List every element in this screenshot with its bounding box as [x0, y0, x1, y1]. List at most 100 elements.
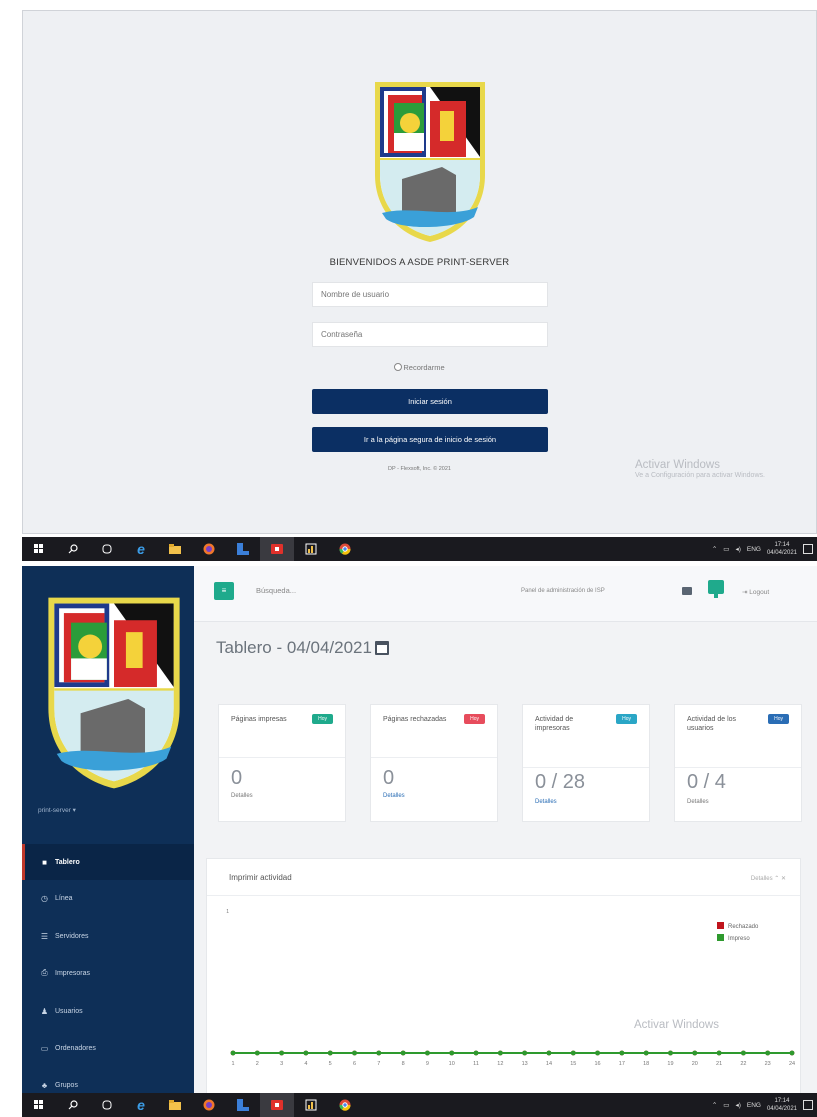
sidebar-item-tablero[interactable]: ■ Tablero [22, 844, 194, 880]
password-input[interactable] [312, 322, 548, 347]
x-tick-label: 14 [546, 1061, 552, 1067]
sidebar-item-usuarios[interactable]: ♟ Usuarios [22, 993, 194, 1029]
chrome-icon[interactable] [328, 1093, 362, 1117]
activate-windows-watermark: Activar Windows [634, 1019, 719, 1031]
data-point-impreso [522, 1050, 528, 1056]
user-menu[interactable]: print-server ▾ [38, 806, 76, 814]
top-bar: ≡ Búsqueda... Panel de administración de… [194, 566, 817, 622]
file-explorer-icon[interactable] [158, 537, 192, 561]
search-icon[interactable] [56, 537, 90, 561]
tray-chevron-icon[interactable]: ⌃ [712, 1101, 717, 1109]
language-indicator[interactable]: ENG [747, 1102, 761, 1109]
computer-icon: ▭ [40, 1043, 49, 1053]
red-app-icon[interactable] [260, 537, 294, 561]
file-explorer-icon[interactable] [158, 1093, 192, 1117]
volume-icon[interactable]: ◂) [735, 1101, 740, 1109]
remember-me-checkbox[interactable] [394, 363, 403, 371]
clock[interactable]: 17:14 04/04/2021 [767, 1097, 797, 1113]
sidebar-toggle-button[interactable]: ≡ [214, 582, 234, 600]
tray-chevron-icon[interactable]: ⌃ [712, 545, 717, 553]
stat-value: 0 / 4 [687, 771, 726, 793]
login-screen: BIENVENIDOS A ASDE PRINT-SERVER Recordar… [22, 10, 817, 534]
x-tick-label: 9 [426, 1061, 429, 1067]
clock[interactable]: 17:14 04/04/2021 [767, 541, 797, 557]
monitor-icon[interactable] [708, 580, 724, 598]
sidebar-item-ordenadores[interactable]: ▭ Ordenadores [22, 1030, 194, 1066]
stat-value: 0 [383, 767, 395, 789]
stat-card-actividad-usuarios: Actividad de los usuarios Hoy 0 / 4 Deta… [674, 704, 802, 822]
admin-panel-link[interactable]: Panel de administración de ISP [521, 588, 605, 594]
language-indicator[interactable]: ENG [747, 546, 761, 553]
calendar-icon[interactable] [374, 641, 389, 655]
stat-badge: Hoy [312, 714, 333, 724]
clock-date: 04/04/2021 [766, 1106, 797, 1112]
chart-app-icon[interactable] [294, 537, 328, 561]
sidebar-item-servidores[interactable]: ☰ Servidores [22, 918, 194, 954]
stat-details-link[interactable]: Detalles [687, 799, 709, 805]
edge-icon[interactable]: e [124, 537, 158, 561]
data-point-impreso [449, 1050, 455, 1056]
notification-icon[interactable] [803, 1100, 813, 1110]
firefox-icon[interactable] [192, 537, 226, 561]
windows-start-icon[interactable] [22, 1093, 56, 1117]
windows-start-icon[interactable] [22, 537, 56, 561]
volume-icon[interactable]: ◂) [735, 545, 740, 553]
legend-item-rechazado: Rechazado [717, 921, 758, 933]
x-tick-label: 16 [595, 1061, 601, 1067]
clock-date: 04/04/2021 [766, 550, 797, 556]
data-point-impreso [740, 1050, 746, 1056]
sidebar-item-impresoras[interactable]: ⎙ Impresoras [22, 955, 194, 991]
data-point-impreso [789, 1050, 795, 1056]
search-icon[interactable] [56, 1093, 90, 1117]
x-tick-label: 19 [667, 1061, 673, 1067]
data-point-impreso [376, 1050, 382, 1056]
stat-value: 0 / 28 [535, 771, 586, 793]
stat-details-link[interactable]: Detalles [231, 793, 253, 799]
windows-taskbar: e ⌃ ▭ ◂) ENG 17:14 04/04/2021 [22, 1093, 817, 1117]
legend-label: Impreso [728, 936, 750, 942]
stat-details-link[interactable]: Detalles [535, 799, 557, 805]
chart-tools[interactable]: Detalles ⌃ ✕ [751, 875, 786, 882]
x-tick-label: 22 [740, 1061, 746, 1067]
search-input[interactable]: Búsqueda... [256, 586, 296, 595]
logout-link[interactable]: ⇥ Logout [742, 588, 769, 596]
print-activity-panel: Imprimir actividad Detalles ⌃ ✕ 11234567… [206, 858, 801, 1093]
x-tick-label: 20 [692, 1061, 698, 1067]
red-app-icon[interactable] [260, 1093, 294, 1117]
login-button[interactable]: Iniciar sesión [312, 389, 548, 414]
remember-me[interactable]: Recordarme [23, 363, 816, 372]
task-view-icon[interactable] [90, 1093, 124, 1117]
asde-shield-logo [44, 594, 184, 792]
secure-login-button[interactable]: Ir a la página segura de inicio de sesió… [312, 427, 548, 452]
data-point-impreso [765, 1050, 771, 1056]
server-icon: ☰ [40, 931, 49, 941]
app-icon[interactable] [226, 1093, 260, 1117]
network-icon[interactable]: ▭ [723, 545, 729, 553]
chart-app-icon[interactable] [294, 1093, 328, 1117]
stat-card-paginas-impresas: Páginas impresas Hoy 0 Detalles [218, 704, 346, 822]
stat-label: Actividad de impresoras [535, 716, 574, 732]
network-icon[interactable]: ▭ [723, 1101, 729, 1109]
windows-taskbar: e ⌃ ▭ ◂) ENG 17:14 04/04/2021 [22, 537, 817, 561]
x-tick-label: 2 [256, 1061, 259, 1067]
activate-windows-title: Activar Windows [634, 1019, 719, 1031]
username-input[interactable] [312, 282, 548, 307]
edge-icon[interactable]: e [124, 1093, 158, 1117]
stat-details-link[interactable]: Detalles [383, 793, 405, 799]
sidebar-item-linea[interactable]: ◷ Línea [22, 880, 194, 916]
firefox-icon[interactable] [192, 1093, 226, 1117]
x-tick-label: 23 [765, 1061, 771, 1067]
logout-label: Logout [749, 589, 770, 596]
task-view-icon[interactable] [90, 537, 124, 561]
sidebar-item-label: Usuarios [55, 1007, 83, 1015]
clock-icon: ◷ [41, 893, 48, 903]
sidebar-item-grupos[interactable]: ♣ Grupos [22, 1067, 194, 1093]
data-point-impreso [643, 1050, 649, 1056]
mail-icon[interactable] [682, 587, 692, 595]
data-point-impreso [497, 1050, 503, 1056]
app-icon[interactable] [226, 537, 260, 561]
x-tick-label: 11 [473, 1061, 479, 1067]
notification-icon[interactable] [803, 544, 813, 554]
data-point-impreso [692, 1050, 698, 1056]
chrome-icon[interactable] [328, 537, 362, 561]
